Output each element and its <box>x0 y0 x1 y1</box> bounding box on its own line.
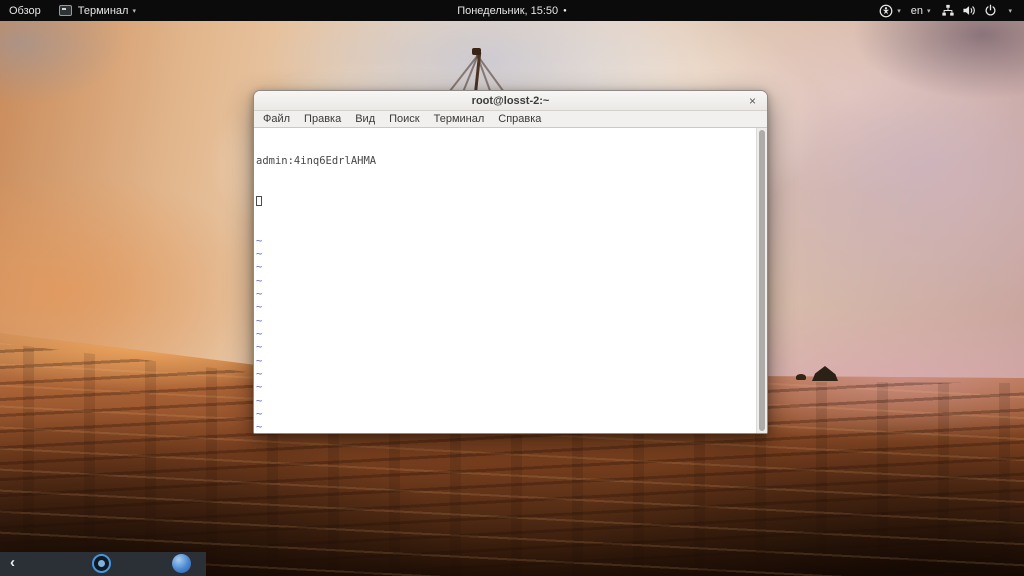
clock-area: Понедельник, 15:50 ● <box>0 0 1024 21</box>
boat-mast-top <box>472 48 481 55</box>
vim-tilde-line: ~ <box>256 421 263 433</box>
chevron-down-icon: ▾ <box>132 7 136 15</box>
volume-icon <box>962 4 977 17</box>
network-wired-icon <box>941 4 955 17</box>
island-silhouette-small <box>796 374 806 380</box>
bottom-tray: ‹ <box>0 552 206 576</box>
activities-label: Обзор <box>9 4 41 17</box>
menu-file[interactable]: Файл <box>256 111 297 128</box>
keyboard-layout-button[interactable]: en ▾ <box>906 0 936 21</box>
vim-tilde-line: ~ <box>256 368 263 380</box>
tray-terminal-app-icon[interactable] <box>92 554 111 573</box>
terminal-app-icon <box>58 5 72 16</box>
clock-button[interactable]: Понедельник, 15:50 ● <box>457 5 567 17</box>
keyboard-layout-label: en <box>910 4 923 17</box>
menu-view[interactable]: Вид <box>348 111 382 128</box>
activities-button[interactable]: Обзор <box>0 0 50 21</box>
notification-dot-icon: ● <box>563 7 567 14</box>
window-titlebar[interactable]: root@losst-2:~ × <box>254 91 767 111</box>
desktop: Обзор Терминал ▾ Понедельник, 15:50 ● ▾ … <box>0 0 1024 576</box>
menu-help[interactable]: Справка <box>491 111 548 128</box>
tilde-lines: ~~~~~~~~~~~~~~~~~~~~ <box>256 235 756 433</box>
vim-tilde-line: ~ <box>256 341 263 354</box>
menu-edit[interactable]: Правка <box>297 111 348 128</box>
vim-tilde-line: ~ <box>256 234 263 247</box>
vim-tilde-line: ~ <box>256 248 263 261</box>
tray-blue-app-icon[interactable] <box>172 554 191 573</box>
chevron-left-icon[interactable]: ‹ <box>0 553 15 575</box>
system-menu-button[interactable]: ▾ <box>935 0 1018 21</box>
close-icon: × <box>748 93 756 108</box>
scrollbar-handle[interactable] <box>759 130 765 431</box>
chevron-down-icon: ▾ <box>926 7 931 15</box>
terminal-window: root@losst-2:~ × Файл Правка Вид Поиск Т… <box>253 90 768 434</box>
close-button[interactable]: × <box>745 93 760 108</box>
vim-tilde-line: ~ <box>256 328 263 341</box>
gnome-top-bar: Обзор Терминал ▾ Понедельник, 15:50 ● ▾ … <box>0 0 1024 21</box>
vim-tilde-line: ~ <box>256 288 263 301</box>
window-title: root@losst-2:~ <box>471 94 550 107</box>
terminal-body: admin:4inq6EdrlAHMA ~~~~~~~~~~~~~~~~~~~~… <box>254 128 767 433</box>
terminal-line-1: admin:4inq6EdrlAHMA <box>256 154 377 167</box>
accessibility-icon <box>879 4 893 18</box>
tray-app-icon-core <box>98 560 105 567</box>
vim-tilde-line: ~ <box>256 354 263 367</box>
scrollbar[interactable] <box>756 128 767 433</box>
terminal-screen[interactable]: admin:4inq6EdrlAHMA ~~~~~~~~~~~~~~~~~~~~… <box>254 128 756 433</box>
vim-tilde-line: ~ <box>256 407 263 420</box>
chevron-down-icon: ▾ <box>897 7 901 15</box>
menu-search[interactable]: Поиск <box>382 111 426 128</box>
system-status-area: ▾ en ▾ ▾ <box>874 0 1024 21</box>
terminal-menubar: Файл Правка Вид Поиск Терминал Справка <box>254 111 767 128</box>
chevron-down-icon: ▾ <box>1008 7 1012 15</box>
vim-tilde-line: ~ <box>256 301 263 314</box>
vim-tilde-line: ~ <box>256 274 263 287</box>
power-icon <box>984 4 997 17</box>
vim-tilde-line: ~ <box>256 314 263 327</box>
app-menu-label: Терминал <box>77 4 129 17</box>
vim-tilde-line: ~ <box>256 261 263 274</box>
clock-label: Понедельник, 15:50 <box>457 4 559 17</box>
menu-terminal[interactable]: Терминал <box>427 111 492 128</box>
vim-tilde-line: ~ <box>256 394 263 407</box>
accessibility-menu-button[interactable]: ▾ <box>874 0 906 21</box>
app-menu-button[interactable]: Терминал ▾ <box>50 0 145 21</box>
text-cursor <box>256 195 262 206</box>
cursor-line <box>256 195 756 208</box>
vim-tilde-line: ~ <box>256 381 263 394</box>
